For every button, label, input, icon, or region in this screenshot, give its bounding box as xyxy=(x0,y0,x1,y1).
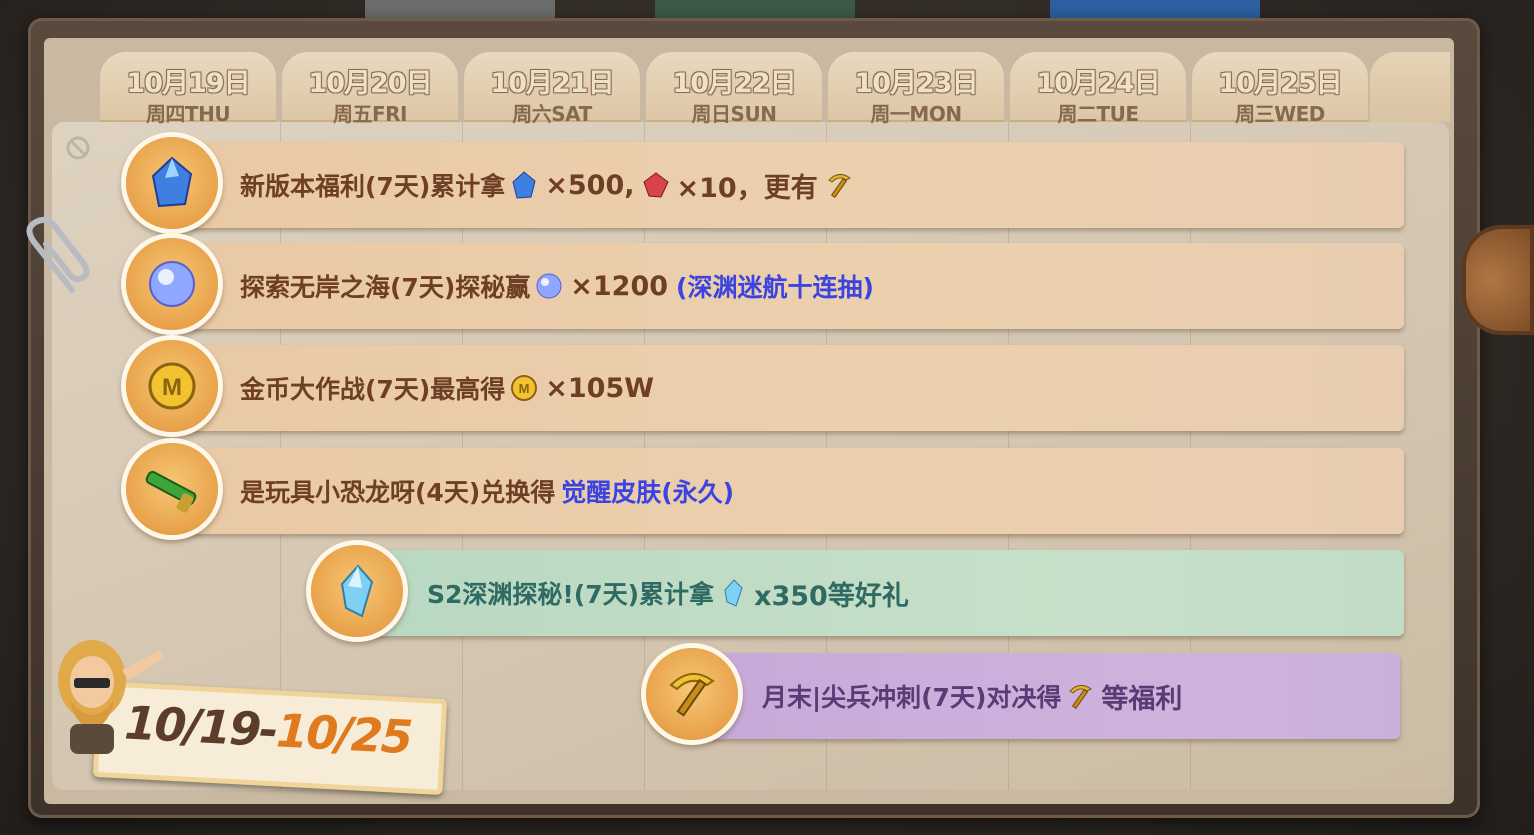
tab-date: 10月19日 xyxy=(126,68,250,99)
tab-weekday: 周一MON xyxy=(870,102,962,126)
tab-weekday: 周四THU xyxy=(145,102,231,126)
pearl-orb-icon xyxy=(126,238,218,330)
tab-weekday: 周五FRI xyxy=(332,102,408,126)
reward-highlight: 觉醒皮肤(永久) xyxy=(561,478,735,507)
reward-highlight: (深渊迷航十连抽) xyxy=(676,273,874,302)
reward-amount: x350等好礼 xyxy=(754,580,909,612)
tab-date: 10月23日 xyxy=(854,68,978,99)
red-gem-icon xyxy=(642,172,669,198)
tab-date: 10月20日 xyxy=(308,68,432,99)
tab-day-4[interactable]: 10月22日 周日SUN xyxy=(646,52,822,126)
date-range-end: 10/25 xyxy=(274,703,413,765)
tab-day-5[interactable]: 10月23日 周一MON xyxy=(828,52,1004,126)
tab-day-6[interactable]: 10月24日 周二TUE xyxy=(1010,52,1186,126)
tab-day-3[interactable]: 10月21日 周六SAT xyxy=(464,52,640,126)
tab-day-7[interactable]: 10月25日 周三WED xyxy=(1192,52,1368,126)
event-new-version-welfare[interactable]: 新版本福利(7天)累计拿 ×500, ×10，更有 xyxy=(126,137,1404,229)
event-text: 金币大作战(7天)最高得 xyxy=(240,375,506,404)
pearl-orb-icon xyxy=(536,273,562,299)
ice-crystal-icon xyxy=(724,579,743,607)
tab-date: 10月24日 xyxy=(1036,68,1160,99)
event-calendar-scene: 10月19日 周四THU 10月20日 周五FRI 10月21日 周六SAT 1… xyxy=(0,0,1534,835)
tab-date: 10月21日 xyxy=(490,68,614,99)
tab-weekday: 周三WED xyxy=(1235,102,1325,126)
event-text: 月末|尖兵冲刺(7天)对决得 xyxy=(762,683,1062,712)
side-handle xyxy=(1462,225,1534,335)
event-text: 探索无岸之海(7天)探秘赢 xyxy=(240,273,531,302)
event-month-end-sprint[interactable]: 月末|尖兵冲刺(7天)对决得 等福利 xyxy=(646,648,1400,740)
gold-pickaxe-icon xyxy=(1069,685,1093,710)
event-coin-battle[interactable]: M 金币大作战(7天)最高得 M ×105W xyxy=(126,340,1404,432)
reward-amount: ×10，更有 xyxy=(676,172,818,204)
reward-amount: ×1200 xyxy=(570,270,669,302)
reward-amount: ×105W xyxy=(545,372,655,404)
tab-date: 10月22日 xyxy=(672,68,796,99)
tab-weekday: 周六SAT xyxy=(512,102,592,126)
event-text: S2深渊探秘!(7天)累计拿 xyxy=(427,580,715,609)
tab-day-1[interactable]: 10月19日 周四THU xyxy=(100,52,276,126)
blue-crystal-icon xyxy=(512,171,536,199)
character-avatar xyxy=(58,640,164,754)
gold-pickaxe-icon xyxy=(646,648,738,740)
dino-gun-icon xyxy=(126,443,218,535)
tab-weekday: 周日SUN xyxy=(691,102,777,126)
gold-coin-icon: M xyxy=(511,375,538,401)
blue-crystal-icon xyxy=(126,137,218,229)
ice-crystal-icon xyxy=(311,545,403,637)
event-text: 新版本福利(7天)累计拿 xyxy=(240,172,506,201)
paperclip-icon xyxy=(26,217,90,293)
event-text: 是玩具小恐龙呀(4天)兑换得 xyxy=(240,478,556,507)
tab-overflow xyxy=(1370,52,1450,122)
tab-date: 10月25日 xyxy=(1218,68,1342,99)
gold-coin-icon: M xyxy=(126,340,218,432)
event-s2-abyss[interactable]: S2深渊探秘!(7天)累计拿 x350等好礼 xyxy=(311,545,1404,637)
disabled-icon xyxy=(66,136,90,160)
tab-day-2[interactable]: 10月20日 周五FRI xyxy=(282,52,458,126)
tab-weekday: 周二TUE xyxy=(1057,102,1139,126)
reward-amount: ×500, xyxy=(545,169,635,201)
event-toy-dino[interactable]: 是玩具小恐龙呀(4天)兑换得 觉醒皮肤(永久) xyxy=(126,443,1404,535)
gold-pickaxe-icon xyxy=(827,174,851,199)
reward-amount: 等福利 xyxy=(1101,683,1183,715)
event-explore-sea[interactable]: 探索无岸之海(7天)探秘赢 ×1200 (深渊迷航十连抽) xyxy=(126,238,1404,330)
svg-text:M: M xyxy=(519,381,530,396)
svg-text:M: M xyxy=(162,374,182,401)
